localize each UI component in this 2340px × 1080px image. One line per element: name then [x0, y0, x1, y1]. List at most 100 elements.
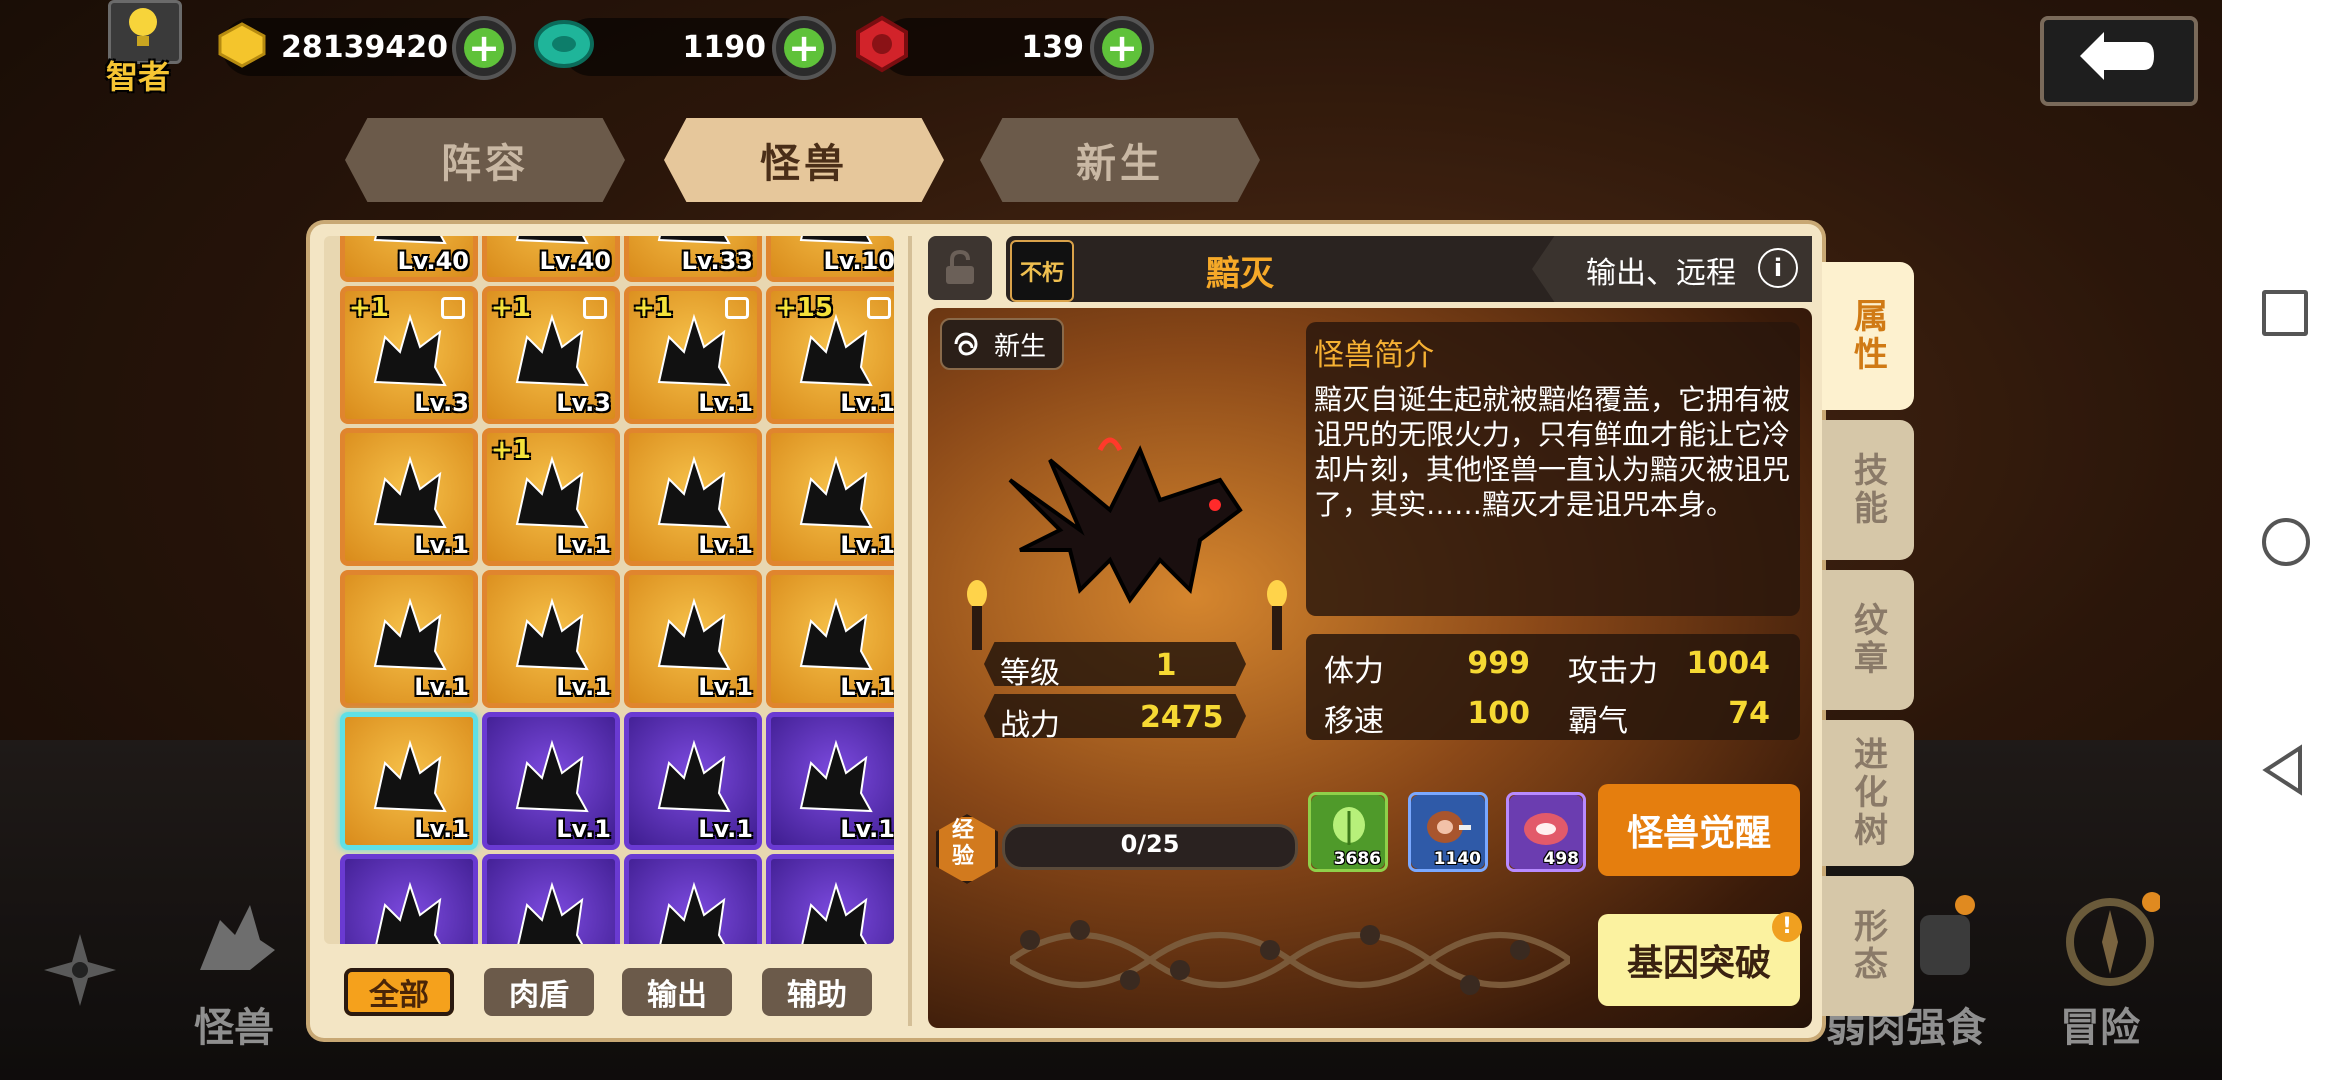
- filter-support-button[interactable]: 辅助: [762, 968, 872, 1016]
- add-green-gem-button[interactable]: +: [772, 16, 836, 80]
- card-level: Lv.33: [681, 247, 754, 275]
- monster-card[interactable]: Lv.1: [482, 712, 620, 850]
- monster-card[interactable]: Lv.40: [482, 236, 620, 282]
- side-tab-skills[interactable]: 技能: [1822, 420, 1914, 560]
- monster-card[interactable]: +1 Lv.3: [482, 286, 620, 424]
- monster-card[interactable]: Lv.1: [624, 428, 762, 566]
- monster-card[interactable]: Lv.10: [766, 236, 894, 282]
- monster-name: 黯灭: [1206, 254, 1274, 294]
- monster-silhouette-icon: [365, 875, 451, 944]
- monster-card[interactable]: Lv.1: [340, 712, 478, 850]
- info-icon[interactable]: i: [1758, 248, 1798, 288]
- home-button[interactable]: [2262, 518, 2310, 566]
- vegetable-count: 3686: [1333, 849, 1381, 869]
- monster-artwork: [990, 420, 1270, 624]
- spiral-icon: [952, 330, 980, 362]
- monster-card[interactable]: +15 Lv.1: [766, 286, 894, 424]
- item-vegetable[interactable]: 3686: [1308, 792, 1388, 872]
- monster-card[interactable]: +1 Lv.1: [482, 428, 620, 566]
- tab-newborn[interactable]: 新生: [980, 118, 1260, 202]
- alert-icon: !: [1772, 912, 1802, 942]
- aura-value: 74: [1728, 696, 1770, 731]
- meat-icon: [1521, 809, 1571, 853]
- bottom-nav-monster-label[interactable]: 怪兽: [194, 995, 274, 1053]
- monster-card[interactable]: [482, 854, 620, 944]
- add-red-gem-button[interactable]: +: [1090, 16, 1154, 80]
- role-text: 输出、远程: [1586, 256, 1736, 291]
- card-level: Lv.1: [840, 531, 894, 559]
- filter-tank-button[interactable]: 肉盾: [484, 968, 594, 1016]
- card-level: Lv.1: [556, 815, 611, 843]
- filter-all-button[interactable]: 全部: [344, 968, 454, 1016]
- lock-icon: [725, 297, 749, 319]
- power-value: 2475: [1140, 700, 1224, 735]
- ham-icon: [1425, 807, 1473, 851]
- exp-label: 经验: [951, 818, 974, 869]
- card-level: Lv.3: [556, 389, 611, 417]
- panel-divider: [908, 236, 912, 1026]
- right-torch-icon: [1262, 580, 1292, 650]
- monster-card[interactable]: [340, 854, 478, 944]
- monster-card[interactable]: Lv.1: [624, 570, 762, 708]
- bottom-nav-adventure-label[interactable]: 冒险: [2060, 995, 2140, 1053]
- side-tab-attributes[interactable]: 属性: [1822, 262, 1914, 410]
- item-meat[interactable]: 498: [1506, 792, 1586, 872]
- level-value: 1: [1155, 648, 1177, 683]
- card-level: Lv.1: [556, 673, 611, 701]
- green-gem-value: 1190: [682, 30, 767, 65]
- feast-nav-icon[interactable]: [1910, 895, 1980, 985]
- card-level: Lv.10: [823, 247, 895, 275]
- monster-grid[interactable]: Lv.40 Lv.40 Lv.33 Lv.10 +1 Lv.3 +1 Lv.3 +1 Lv.1 +1…: [324, 236, 894, 944]
- monster-card[interactable]: [624, 854, 762, 944]
- system-back-button[interactable]: [2260, 744, 2306, 800]
- side-tab-evolution[interactable]: 进化树: [1822, 720, 1914, 866]
- unlock-icon: [942, 249, 978, 290]
- attack-value: 1004: [1686, 646, 1771, 681]
- monster-silhouette-icon: [649, 875, 735, 944]
- lock-button[interactable]: [928, 236, 992, 300]
- card-level: Lv.1: [840, 673, 894, 701]
- card-level: Lv.1: [414, 815, 469, 843]
- monster-card[interactable]: Lv.1: [482, 570, 620, 708]
- monster-card[interactable]: Lv.1: [766, 712, 894, 850]
- monster-awaken-button[interactable]: 怪兽觉醒: [1598, 784, 1800, 876]
- monster-card[interactable]: [766, 854, 894, 944]
- gene-chain-icon: [1008, 920, 1572, 1004]
- monster-card[interactable]: Lv.1: [340, 428, 478, 566]
- monster-card[interactable]: Lv.1: [766, 428, 894, 566]
- card-level: Lv.1: [414, 531, 469, 559]
- monster-card[interactable]: Lv.40: [340, 236, 478, 282]
- intro-text: 黯灭自诞生起就被黯焰覆盖，它拥有被诅咒的无限火力，只有鲜血才能让它冷却片刻，其他…: [1314, 383, 1791, 521]
- card-star-bonus: +15: [775, 293, 833, 323]
- card-level: Lv.1: [556, 531, 611, 559]
- shuriken-icon[interactable]: [40, 930, 120, 1010]
- item-ham[interactable]: 1140: [1408, 792, 1488, 872]
- monster-nav-icon[interactable]: [190, 900, 280, 990]
- newborn-tag: 新生: [940, 318, 1064, 370]
- add-gold-button[interactable]: +: [452, 16, 516, 80]
- monster-card[interactable]: +1 Lv.1: [624, 286, 762, 424]
- tab-lineup[interactable]: 阵容: [345, 118, 625, 202]
- monster-silhouette-icon: [365, 449, 451, 535]
- recent-apps-button[interactable]: [2262, 290, 2308, 336]
- compass-icon[interactable]: [2060, 890, 2162, 990]
- monster-card[interactable]: Lv.33: [624, 236, 762, 282]
- card-star-bonus: +1: [349, 293, 389, 323]
- player-avatar[interactable]: 智者: [100, 0, 184, 96]
- side-tab-emblem[interactable]: 纹章: [1822, 570, 1914, 710]
- monster-card[interactable]: Lv.1: [340, 570, 478, 708]
- monster-card[interactable]: Lv.1: [766, 570, 894, 708]
- level-label: 等级: [1000, 656, 1060, 691]
- gene-breakthrough-button[interactable]: 基因突破: [1598, 914, 1800, 1006]
- back-button[interactable]: [2040, 16, 2198, 106]
- side-tab-form[interactable]: 形态: [1822, 876, 1914, 1016]
- vegetable-icon: [1327, 805, 1371, 853]
- monster-card[interactable]: Lv.1: [624, 712, 762, 850]
- tab-monster[interactable]: 怪兽: [664, 118, 944, 202]
- filter-damage-button[interactable]: 输出: [622, 968, 732, 1016]
- ham-count: 1140: [1433, 849, 1481, 869]
- card-level: Lv.1: [698, 815, 753, 843]
- monster-card[interactable]: +1 Lv.3: [340, 286, 478, 424]
- monster-silhouette-icon: [507, 591, 593, 677]
- card-star-bonus: +1: [491, 435, 531, 465]
